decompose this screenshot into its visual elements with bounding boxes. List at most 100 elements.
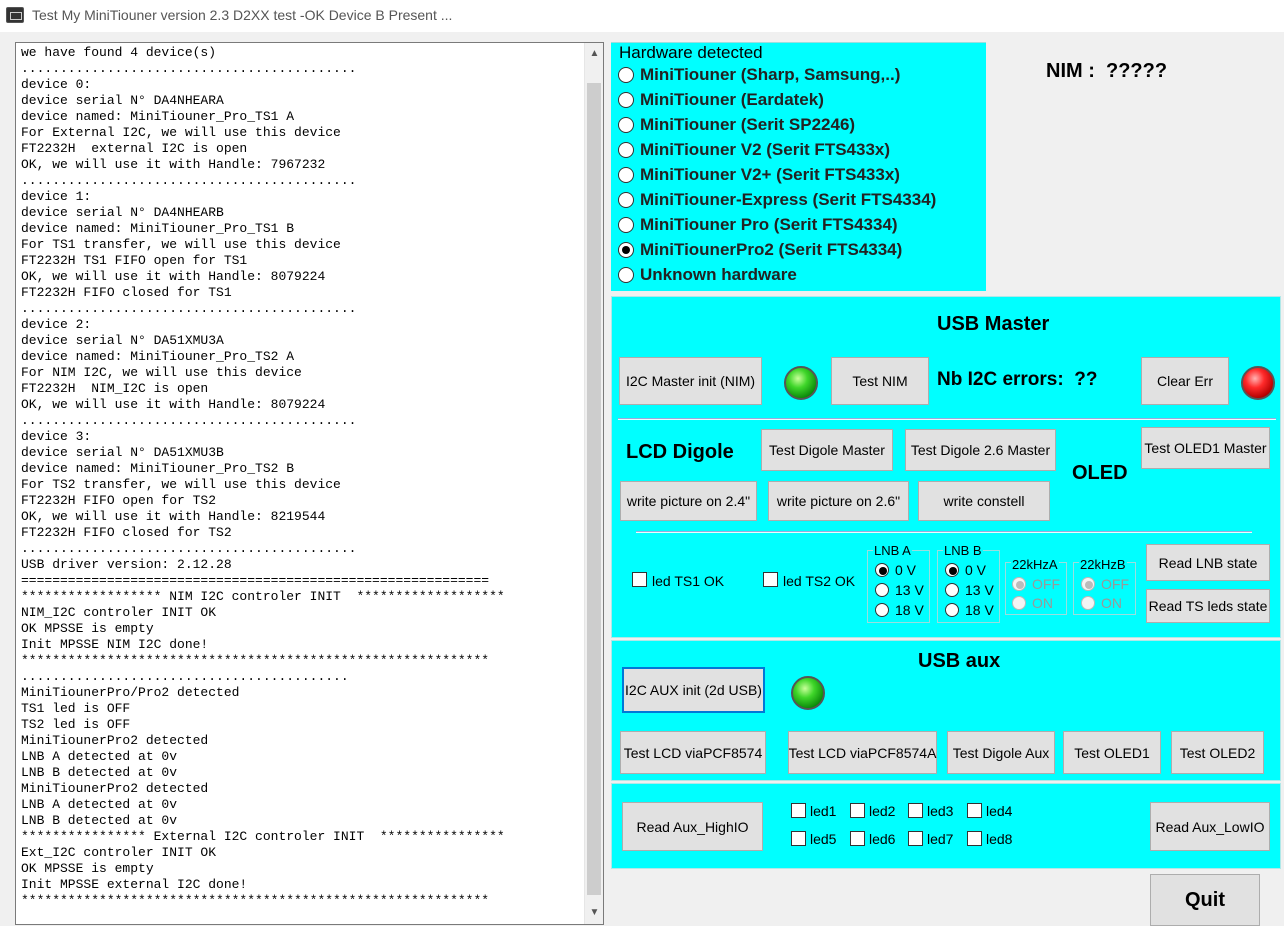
quit-button[interactable]: Quit (1150, 874, 1260, 926)
clear-err-button[interactable]: Clear Err (1141, 357, 1229, 405)
led7-checkbox[interactable] (908, 831, 923, 846)
led3-label: led3 (927, 803, 954, 819)
led5-label: led5 (810, 831, 837, 847)
hardware-title: Hardware detected (619, 43, 763, 62)
led-ts2-checkbox[interactable] (763, 572, 778, 587)
hardware-radio[interactable] (618, 67, 634, 83)
lnb-b-radio-label: 18 V (965, 602, 994, 618)
led8-label: led8 (986, 831, 1013, 847)
led6-label: led6 (869, 831, 896, 847)
test-digole-26-master-button[interactable]: Test Digole 2.6 Master (905, 429, 1056, 471)
lnb-a-radio-label: 0 V (895, 562, 917, 578)
write-constell-button[interactable]: write constell (918, 481, 1050, 521)
led1-label: led1 (810, 803, 837, 819)
hardware-radio-label: MiniTiouner-Express (Serit FTS4334) (640, 190, 937, 209)
hardware-radio-label: MiniTiouner (Eardatek) (640, 90, 824, 109)
hardware-radio-label: MiniTiouner (Sharp, Samsung,..) (640, 65, 901, 84)
test-digole-aux-button[interactable]: Test Digole Aux (947, 731, 1055, 774)
hardware-panel: Hardware detected MiniTiouner (Sharp, Sa… (611, 42, 986, 291)
i2c-aux-init-button[interactable]: I2C AUX init (2d USB) (622, 667, 765, 713)
led7-label: led7 (927, 831, 954, 847)
lnb-b-radio-label: 13 V (965, 582, 994, 598)
aux-io-panel: Read Aux_HighIO led1 led2 led3 led4 led5 led6… (611, 783, 1281, 869)
read-ts-leds-state-button[interactable]: Read TS leds state (1146, 589, 1270, 623)
read-lnb-state-button[interactable]: Read LNB state (1146, 544, 1270, 581)
error-led-indicator (1241, 366, 1275, 400)
hardware-radio[interactable] (618, 192, 634, 208)
log-scrollbar[interactable]: ▲ ▼ (584, 43, 603, 924)
khz-b-radio (1081, 596, 1095, 610)
khz-a-radio (1012, 577, 1026, 591)
write-picture-26-button[interactable]: write picture on 2.6" (768, 481, 909, 521)
scroll-down-icon[interactable]: ▼ (585, 902, 604, 924)
lnb-a-radio[interactable] (875, 583, 889, 597)
i2c-master-init-button[interactable]: I2C Master init (NIM) (619, 357, 762, 405)
led2-label: led2 (869, 803, 896, 819)
led5-checkbox[interactable] (791, 831, 806, 846)
led2-checkbox[interactable] (850, 803, 865, 818)
test-oled1-master-button[interactable]: Test OLED1 Master (1141, 427, 1270, 469)
khz-b-title: 22kHzB (1079, 557, 1127, 572)
usb-aux-panel: USB aux I2C AUX init (2d USB) Test LCD v… (611, 640, 1281, 781)
usb-master-title: USB Master (937, 313, 1050, 335)
khz-a-radio-label: ON (1032, 595, 1053, 611)
hardware-radio-label: MiniTiouner V2+ (Serit FTS433x) (640, 165, 900, 184)
test-lcd-pcf8574-button[interactable]: Test LCD viaPCF8574 (620, 731, 766, 774)
divider (636, 531, 1252, 533)
hardware-radio[interactable] (618, 267, 634, 283)
led3-checkbox[interactable] (908, 803, 923, 818)
log-textarea[interactable]: we have found 4 device(s) ..............… (15, 42, 604, 925)
usb-aux-title: USB aux (918, 650, 1001, 672)
hardware-radio-label: MiniTiouner Pro (Serit FTS4334) (640, 215, 898, 234)
led-ts1-checkbox[interactable] (632, 572, 647, 587)
write-picture-24-button[interactable]: write picture on 2.4" (620, 481, 757, 521)
lnb-a-title: LNB A (873, 543, 912, 558)
lnb-b-radio[interactable] (945, 603, 959, 617)
read-aux-lowio-button[interactable]: Read Aux_LowIO (1150, 802, 1270, 851)
nim-label: NIM : ????? (1046, 60, 1168, 82)
lnb-a-radio[interactable] (875, 563, 889, 577)
led-ts2-label: led TS2 OK (783, 573, 856, 589)
lnb-a-radio-label: 18 V (895, 602, 924, 618)
khz-a-radio (1012, 596, 1026, 610)
log-text: we have found 4 device(s) ..............… (21, 45, 505, 908)
khz-a-radio-label: OFF (1032, 576, 1060, 592)
app-icon (6, 7, 24, 23)
led1-checkbox[interactable] (791, 803, 806, 818)
led4-checkbox[interactable] (967, 803, 982, 818)
oled-title: OLED (1072, 462, 1128, 484)
hardware-radio-label: MiniTiounerPro2 (Serit FTS4334) (640, 240, 903, 259)
lnb-a-radio-label: 13 V (895, 582, 924, 598)
hardware-radio-label: Unknown hardware (640, 265, 797, 284)
khz-b-radio-label: ON (1101, 595, 1122, 611)
hardware-radio[interactable] (618, 167, 634, 183)
hardware-radio[interactable] (618, 117, 634, 133)
hardware-radio[interactable] (618, 242, 634, 258)
lnb-a-radio[interactable] (875, 603, 889, 617)
hardware-radio-label: MiniTiouner (Serit SP2246) (640, 115, 856, 134)
master-led-indicator (784, 366, 818, 400)
test-lcd-pcf8574a-button[interactable]: Test LCD viaPCF8574A (788, 731, 937, 774)
test-oled1-button[interactable]: Test OLED1 (1063, 731, 1161, 774)
window-title: Test My MiniTiouner version 2.3 D2XX tes… (32, 7, 453, 23)
aux-led-indicator (791, 676, 825, 710)
led6-checkbox[interactable] (850, 831, 865, 846)
khz-b-radio (1081, 577, 1095, 591)
test-oled2-button[interactable]: Test OLED2 (1171, 731, 1264, 774)
hardware-radio[interactable] (618, 142, 634, 158)
test-nim-button[interactable]: Test NIM (831, 357, 929, 405)
lnb-b-radio[interactable] (945, 563, 959, 577)
hardware-radio[interactable] (618, 217, 634, 233)
hardware-radio[interactable] (618, 92, 634, 108)
usb-master-panel: USB Master I2C Master init (NIM) Test NI… (611, 296, 1281, 638)
scroll-thumb[interactable] (587, 83, 601, 895)
lnb-b-radio[interactable] (945, 583, 959, 597)
scroll-up-icon[interactable]: ▲ (585, 43, 604, 65)
title-bar: Test My MiniTiouner version 2.3 D2XX tes… (0, 0, 1284, 32)
hardware-radio-label: MiniTiouner V2 (Serit FTS433x) (640, 140, 891, 159)
read-aux-highio-button[interactable]: Read Aux_HighIO (622, 802, 763, 851)
led8-checkbox[interactable] (967, 831, 982, 846)
test-digole-master-button[interactable]: Test Digole Master (761, 429, 893, 471)
khz-a-title: 22kHzA (1011, 557, 1059, 572)
lnb-b-radio-label: 0 V (965, 562, 987, 578)
